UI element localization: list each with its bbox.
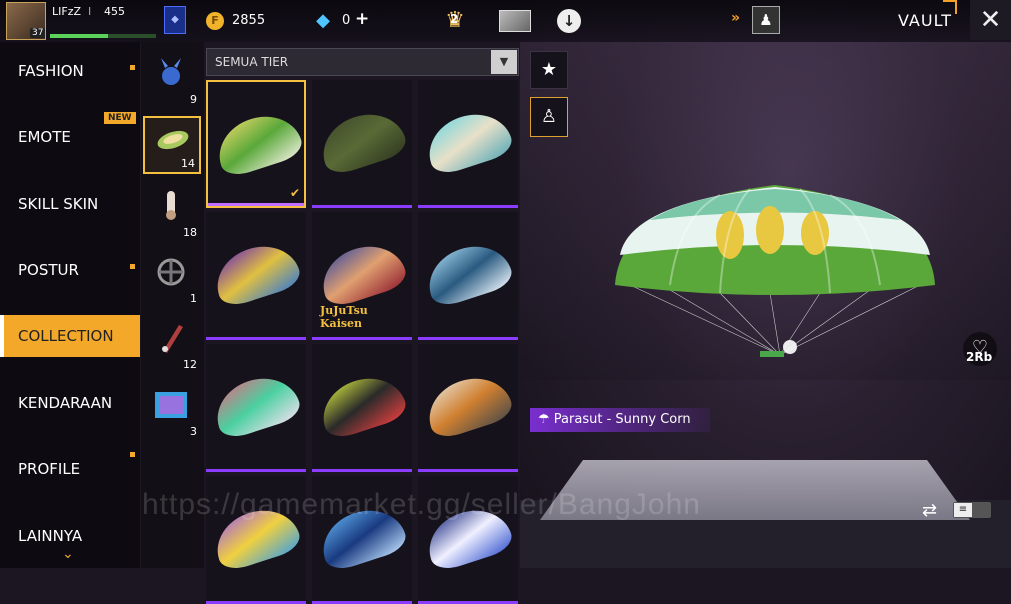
- category-weapon-charm[interactable]: 12: [143, 315, 201, 373]
- membership-card-icon[interactable]: [499, 10, 531, 32]
- category-count: 14: [181, 157, 195, 170]
- grid-item-sky-skull[interactable]: [418, 80, 518, 208]
- category-emblem[interactable]: 1: [143, 249, 201, 307]
- parachute-icon: [157, 130, 189, 150]
- new-badge: NEW: [104, 112, 136, 124]
- parachute-thumbnail: [314, 236, 410, 310]
- sidebar-item-fashion[interactable]: FASHION: [0, 50, 140, 92]
- grid-item-neon-stripe[interactable]: [312, 344, 412, 472]
- diamond-icon: ◆: [316, 10, 330, 31]
- weapon-charm-icon: [162, 325, 183, 353]
- rarity-bar: [312, 469, 412, 472]
- tier-filter-dropdown[interactable]: SEMUA TIER ▼: [206, 48, 519, 76]
- parachute-harness: [760, 351, 784, 357]
- player-level: 455: [104, 5, 125, 18]
- notification-dot: [130, 452, 135, 457]
- chevron-down-icon[interactable]: ⌄: [62, 546, 74, 562]
- avatar-level: 37: [30, 28, 46, 38]
- bunny-icon: [161, 58, 181, 85]
- category-bunny[interactable]: 9: [143, 50, 201, 108]
- category-parachute[interactable]: 14: [143, 116, 201, 174]
- parachute-thumbnail: [208, 236, 304, 310]
- tier-filter-label: SEMUA TIER: [215, 55, 289, 69]
- add-diamond-button[interactable]: +: [355, 9, 369, 29]
- bat-icon: [166, 191, 176, 220]
- grid-item-jujutsu-kaisen[interactable]: JuJuTsu Kaisen: [312, 212, 412, 340]
- rarity-bar: [206, 337, 306, 340]
- download-icon[interactable]: ↓: [557, 9, 581, 33]
- star-icon: ★: [540, 59, 558, 80]
- rank-number: 2: [450, 12, 459, 26]
- sidebar-item-skill-skin[interactable]: SKILL SKIN: [0, 183, 140, 225]
- rarity-bar: [312, 337, 412, 340]
- grid-item-sunny-corn[interactable]: ✔: [206, 80, 306, 208]
- sidebar-item-collection[interactable]: COLLECTION: [0, 315, 140, 357]
- sidebar-item-postur[interactable]: POSTUR: [0, 249, 140, 291]
- close-icon: ✕: [979, 5, 1002, 35]
- parachute-glow: [783, 340, 797, 354]
- parachute-thumbnail: [314, 368, 410, 442]
- parachute-thumbnail: [208, 368, 304, 442]
- corn-characters: [716, 206, 829, 259]
- card-icon: [155, 392, 187, 418]
- category-bat[interactable]: 18: [143, 183, 201, 241]
- gold-coin-icon: F: [206, 12, 224, 30]
- parachute-thumbnail: [420, 236, 516, 310]
- favorite-button[interactable]: ★: [530, 51, 568, 89]
- parachute-thumbnail: [420, 104, 516, 178]
- close-button[interactable]: ✕: [970, 0, 1011, 40]
- mannequin-icon: ♙: [540, 106, 558, 127]
- sidebar-item-profile[interactable]: PROFILE: [0, 448, 140, 490]
- grid-item-purple-burst[interactable]: [206, 212, 306, 340]
- notification-dot: [130, 264, 135, 269]
- xp-bar: [50, 34, 156, 38]
- gold-value: 2855: [232, 13, 266, 28]
- item-logo-text: JuJuTsu Kaisen: [320, 304, 368, 330]
- top-bar: 37 LIFzZ I 455 ◆ F 2855 ◆ 0 + ♛ 2 ↓ » ♟ …: [0, 0, 1011, 42]
- sidebar-item-kendaraan[interactable]: KENDARAAN: [0, 382, 140, 424]
- grid-item-camo-green[interactable]: [312, 80, 412, 208]
- category-count: 3: [190, 425, 197, 438]
- category-count: 12: [183, 358, 197, 371]
- shuffle-icon[interactable]: ⇄: [922, 500, 937, 521]
- like-count: 2Rb: [966, 350, 993, 364]
- parachute-icon: ☂: [538, 412, 554, 427]
- rarity-bar: [208, 203, 304, 206]
- rank-badge-icon[interactable]: ◆: [164, 6, 186, 34]
- parachute-lines: [629, 284, 921, 356]
- rarity-bar: [418, 205, 518, 208]
- corner-accent: [943, 0, 957, 14]
- item-name: Parasut - Sunny Corn: [553, 412, 691, 427]
- rarity-bar: [418, 337, 518, 340]
- player-name: LIFzZ: [52, 5, 82, 18]
- category-count: 18: [183, 226, 197, 239]
- list-icon: ≡: [954, 503, 972, 517]
- parachute-thumbnail: [210, 106, 304, 180]
- watermark: https://gamemarket.gg/seller/BangJohn: [142, 488, 701, 521]
- equipped-check-icon: ✔: [289, 186, 300, 200]
- rarity-bar: [312, 205, 412, 208]
- outfit-button[interactable]: ♙: [530, 97, 568, 137]
- item-name-label: ☂ Parasut - Sunny Corn: [530, 408, 710, 432]
- parachute-thumbnail: [314, 104, 410, 178]
- dropdown-arrow-icon[interactable]: ▼: [491, 50, 517, 74]
- notification-dot: [130, 65, 135, 70]
- rarity-bar: [206, 469, 306, 472]
- rarity-bar: [418, 469, 518, 472]
- double-chevron-icon: »: [731, 10, 741, 26]
- parachute-preview[interactable]: [610, 175, 940, 375]
- xp-fill: [50, 34, 109, 38]
- character-icon[interactable]: ♟: [752, 6, 780, 34]
- player-separator: I: [88, 5, 92, 18]
- category-count: 1: [190, 292, 197, 305]
- diamond-value: 0: [342, 13, 351, 28]
- list-view-toggle[interactable]: ≡: [953, 502, 991, 518]
- parachute-thumbnail: [420, 368, 516, 442]
- grid-item-ice-wolf[interactable]: [418, 212, 518, 340]
- grid-item-tropical-red[interactable]: [206, 344, 306, 472]
- emblem-icon: [157, 258, 185, 286]
- category-count: 9: [190, 93, 197, 106]
- grid-item-tiger[interactable]: [418, 344, 518, 472]
- category-card[interactable]: 3: [143, 382, 201, 440]
